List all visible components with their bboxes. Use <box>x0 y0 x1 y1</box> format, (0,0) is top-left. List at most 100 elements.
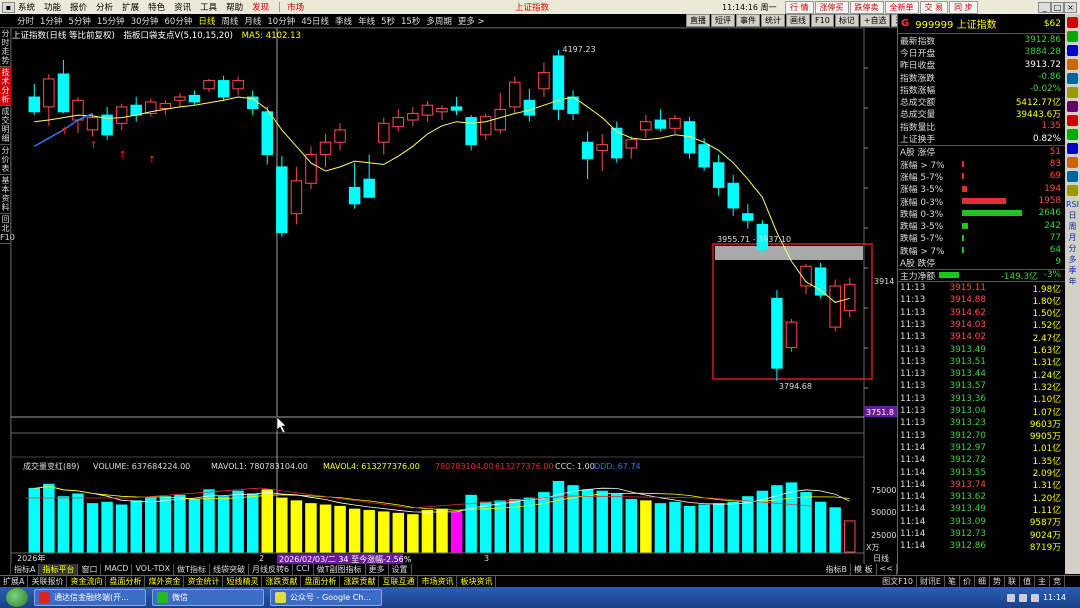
indicator-tab[interactable]: 更多 <box>366 564 389 575</box>
period-tab[interactable]: 10分钟 <box>264 15 298 27</box>
period-tab[interactable]: 5分钟 <box>65 15 93 27</box>
menu-item[interactable]: 报价 <box>67 1 93 13</box>
taskbar-task[interactable]: 通达信金融终端(开... <box>34 589 146 606</box>
quick-trade-button[interactable]: 同 步 <box>949 0 978 14</box>
indicator-tab-right[interactable]: 模 板 <box>851 564 877 575</box>
menu-item[interactable]: 资讯 <box>171 1 197 13</box>
chart-tool-button[interactable]: 标记 <box>834 14 859 27</box>
period-shortcut-icon[interactable]: 日 <box>1065 210 1080 221</box>
quick-trade-button[interactable]: 行 情 <box>785 0 814 14</box>
indicator-tab[interactable]: MACD <box>101 564 133 575</box>
indicator-tab-right[interactable]: 指标B <box>823 564 852 575</box>
close-icon[interactable]: × <box>1064 1 1077 13</box>
tool-icon[interactable] <box>1067 185 1078 196</box>
period-tab[interactable]: 周线 <box>218 15 241 27</box>
indicator-tab[interactable]: 指标A <box>11 564 40 575</box>
bottom-tab[interactable]: 关联报价 <box>28 576 68 587</box>
period-tab[interactable]: 15分钟 <box>94 15 128 27</box>
indicator-tab[interactable]: 指标平台 <box>39 564 79 575</box>
menu-discover[interactable]: 发现 <box>249 1 275 13</box>
input-method-icon[interactable] <box>1030 593 1039 602</box>
menu-item[interactable]: 特色 <box>145 1 171 13</box>
period-shortcut-icon[interactable]: 季 <box>1065 265 1080 276</box>
quick-trade-button[interactable]: 跌停卖 <box>849 0 884 14</box>
indicator-tab[interactable]: 线袋突破 <box>210 564 249 575</box>
period-tab[interactable]: 季线 <box>332 15 355 27</box>
tool-icon[interactable] <box>1067 115 1078 126</box>
bottom-right-tab[interactable]: 图文F10 <box>879 576 917 587</box>
left-view-tab[interactable]: 成交明细 <box>0 106 11 145</box>
bottom-right-tab[interactable]: 价 <box>960 576 975 587</box>
menu-item[interactable]: 工具 <box>197 1 223 13</box>
period-tab[interactable]: 1分钟 <box>37 15 65 27</box>
chart-tool-button[interactable]: 统计 <box>761 14 785 27</box>
minimize-icon[interactable]: _ <box>1038 1 1051 13</box>
period-shortcut-icon[interactable]: 月 <box>1065 232 1080 243</box>
period-shortcut-icon[interactable]: 多 <box>1065 254 1080 265</box>
tool-icon[interactable] <box>1067 31 1078 42</box>
tick-list[interactable]: 11:13 3915.11 1.98亿 11:13 3914.88 1.80亿 11:13 3… <box>898 282 1065 553</box>
period-tab[interactable]: 30分钟 <box>128 15 162 27</box>
quick-trade-button[interactable]: 全新单 <box>884 0 919 14</box>
indicator-tab[interactable]: 设置 <box>389 564 412 575</box>
bottom-right-tab[interactable]: 财讯E <box>917 576 945 587</box>
volume-icon[interactable] <box>1018 593 1027 602</box>
indicator-tab[interactable]: 窗口 <box>78 564 102 575</box>
left-view-tab[interactable]: 分时走势 <box>0 28 11 67</box>
bottom-right-tab[interactable]: 细 <box>975 576 990 587</box>
period-tab[interactable]: 多周期 <box>423 15 455 27</box>
bottom-tab[interactable]: 互联互通 <box>379 576 419 587</box>
bottom-tab[interactable]: 盘面分析 <box>106 576 146 587</box>
tool-icon[interactable] <box>1067 171 1078 182</box>
menu-item[interactable]: 分析 <box>93 1 119 13</box>
tool-icon[interactable] <box>1067 17 1078 28</box>
period-tab[interactable]: 45日线 <box>298 15 332 27</box>
period-tab[interactable]: 日线 <box>195 15 218 27</box>
chart-tool-button[interactable]: 事件 <box>736 14 760 27</box>
period-tab[interactable]: 5秒 <box>378 15 398 27</box>
tool-icon[interactable] <box>1067 129 1078 140</box>
bottom-tab[interactable]: 涨跌贡献 <box>340 576 380 587</box>
quick-trade-button[interactable]: 交 易 <box>919 0 949 14</box>
maximize-icon[interactable]: □ <box>1051 1 1064 13</box>
period-tab[interactable]: 分时 <box>14 15 37 27</box>
tool-icon[interactable] <box>1067 101 1078 112</box>
bottom-tab[interactable]: 板块资讯 <box>457 576 497 587</box>
chart-tool-button[interactable]: +自选 <box>859 14 891 27</box>
indicator-tab-right[interactable]: << <box>877 564 897 575</box>
tool-icon[interactable] <box>1067 59 1078 70</box>
indicator-tab[interactable]: 做T指标 <box>174 564 210 575</box>
period-tab[interactable]: 年线 <box>355 15 378 27</box>
taskbar-task[interactable]: 微信 <box>152 589 264 606</box>
bottom-tab[interactable]: 涨跌贡献 <box>262 576 302 587</box>
chart-tool-button[interactable]: 画线 <box>786 14 810 27</box>
bottom-right-tab[interactable]: 竞 <box>1050 576 1065 587</box>
bottom-tab[interactable]: 煤外资金 <box>145 576 185 587</box>
menu-item[interactable]: 功能 <box>41 1 67 13</box>
tool-icon[interactable] <box>1067 73 1078 84</box>
menu-item[interactable]: 系统 <box>15 1 41 13</box>
period-tab[interactable]: 15秒 <box>398 15 423 27</box>
kline-chart[interactable]: ↑ ↑ ↑ ↑ 4197.23 3955.71 - 3937.10 3794.68 3914 3… <box>11 28 897 568</box>
quick-trade-button[interactable]: 涨停买 <box>814 0 849 14</box>
indicator-tab[interactable]: CCI <box>293 564 314 575</box>
chart-tool-button[interactable]: F10 <box>811 14 834 27</box>
bottom-tab[interactable]: 资金统计 <box>184 576 224 587</box>
indicator-tab[interactable]: 做T副图指标 <box>314 564 366 575</box>
menu-item[interactable]: 扩展 <box>119 1 145 13</box>
app-menu-icon[interactable]: ▪ <box>2 1 15 13</box>
bottom-tab[interactable]: 短线精灵 <box>223 576 263 587</box>
tool-icon[interactable] <box>1067 143 1078 154</box>
left-view-tab[interactable]: 技术分析 <box>0 67 11 106</box>
indicator-tab[interactable]: 月线反转6 <box>249 564 294 575</box>
left-view-tab[interactable]: 基本资料 <box>0 175 11 214</box>
bottom-right-tab[interactable]: 势 <box>990 576 1005 587</box>
period-tab[interactable]: 月线 <box>241 15 264 27</box>
tool-icon[interactable] <box>1067 157 1078 168</box>
chart-tool-button[interactable]: 直播 <box>686 14 710 27</box>
period-shortcut-icon[interactable]: 分 <box>1065 243 1080 254</box>
left-view-tab[interactable]: 回北F10 <box>0 214 15 244</box>
menu-item[interactable]: 帮助 <box>223 1 249 13</box>
menu-market[interactable]: 市场 <box>284 1 310 13</box>
network-icon[interactable] <box>1006 593 1015 602</box>
